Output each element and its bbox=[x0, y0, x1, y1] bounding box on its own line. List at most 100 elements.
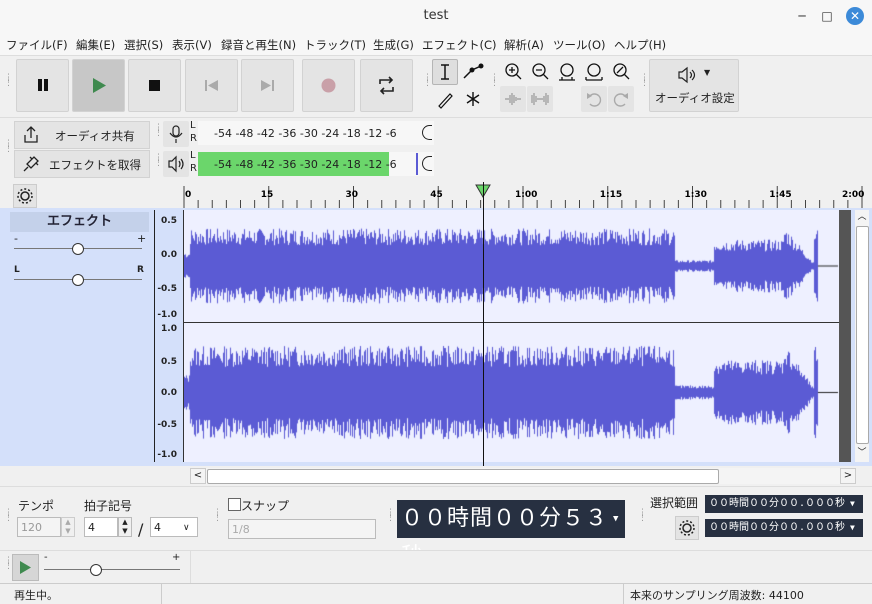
envelope-icon bbox=[463, 63, 484, 79]
menu-view[interactable]: 表示(V) bbox=[172, 37, 212, 53]
time-format-dropdown-icon[interactable]: ▼ bbox=[613, 500, 619, 538]
time-sig-label: 拍子記号 bbox=[84, 499, 133, 513]
menu-file[interactable]: ファイル(F) bbox=[6, 37, 68, 53]
track-control-panel[interactable]: エフェクト - + L R bbox=[4, 210, 155, 462]
redo-button[interactable] bbox=[608, 86, 634, 112]
waveform-channel-left[interactable] bbox=[184, 210, 839, 322]
tempo-input[interactable]: 120 bbox=[17, 517, 61, 537]
share-grip[interactable]: ⋮ ⋮ bbox=[4, 140, 13, 154]
skip-to-end-button[interactable] bbox=[241, 59, 294, 112]
time-display[interactable]: ００時間００分５３秒 ▼ bbox=[397, 500, 625, 569]
undo-button[interactable] bbox=[581, 86, 607, 112]
play-meter-grip[interactable]: ⋮ ⋮ bbox=[154, 154, 163, 168]
numerator-spinner-icon[interactable]: ▲ ▼ bbox=[118, 517, 132, 537]
vertical-scroll-thumb[interactable] bbox=[856, 226, 869, 444]
record-button[interactable] bbox=[302, 59, 355, 112]
trim-button[interactable] bbox=[500, 86, 526, 112]
timeline-settings-button[interactable] bbox=[13, 184, 37, 208]
menu-effect[interactable]: エフェクト(C) bbox=[422, 37, 497, 53]
dropdown-arrow-icon[interactable]: ▼ bbox=[850, 495, 855, 513]
fit-project-button[interactable] bbox=[581, 59, 607, 85]
time-sig-denominator[interactable]: 4 ∨ bbox=[150, 517, 198, 537]
speaker-icon bbox=[678, 66, 696, 84]
record-meter-grip[interactable]: ⋮ ⋮ bbox=[154, 124, 163, 138]
timeline-ruler[interactable]: 0 15 30 45 1:00 1:15 1:30 1:45 2:00 bbox=[183, 182, 872, 208]
selection-tool[interactable] bbox=[432, 59, 458, 85]
skip-to-start-button[interactable] bbox=[185, 59, 238, 112]
audio-setup-grip[interactable]: ⋮ ⋮ bbox=[640, 74, 649, 88]
ruler-tick-label: 15 bbox=[261, 190, 274, 200]
track-effects-button[interactable]: エフェクト bbox=[10, 212, 149, 232]
menu-transport[interactable]: 録音と再生(N) bbox=[221, 37, 296, 53]
scroll-left-icon[interactable]: < bbox=[190, 468, 206, 484]
silence-button[interactable] bbox=[527, 86, 553, 112]
dropdown-arrow-icon[interactable]: ▼ bbox=[850, 519, 855, 537]
selection-label: 選択範囲 bbox=[650, 496, 699, 510]
fit-selection-button[interactable] bbox=[554, 59, 580, 85]
selection-grip[interactable]: ⋮ ⋮ bbox=[638, 509, 647, 523]
menu-select[interactable]: 選択(S) bbox=[124, 37, 163, 53]
record-meter[interactable]: -54 -48 -42 -36 -30 -24 -18 -12 -6 bbox=[198, 121, 434, 145]
selection-start-time[interactable]: ００時間００分００.０００秒 ▼ bbox=[705, 495, 863, 513]
scroll-down-icon[interactable]: ﹀ bbox=[855, 446, 869, 460]
playback-meter[interactable]: -54 -48 -42 -36 -30 -24 -18 -12 -6 bbox=[198, 152, 434, 176]
get-effects-button[interactable]: エフェクトを取得 bbox=[14, 150, 150, 178]
skip-end-icon bbox=[261, 80, 274, 91]
selection-start-value: ００時間００分００.０００秒 bbox=[709, 498, 846, 509]
audio-setup-button[interactable]: ▼ オーディオ設定 bbox=[649, 59, 739, 112]
horizontal-scrollbar[interactable]: < > bbox=[190, 468, 856, 484]
menu-edit[interactable]: 編集(E) bbox=[76, 37, 115, 53]
play-meter-l: L bbox=[190, 150, 196, 161]
play-button[interactable] bbox=[72, 59, 125, 112]
record-meter-button[interactable] bbox=[163, 121, 189, 147]
envelope-tool[interactable] bbox=[460, 59, 486, 85]
zoom-out-button[interactable] bbox=[527, 59, 553, 85]
pan-right-label: R bbox=[137, 265, 144, 275]
close-button[interactable]: ✕ bbox=[846, 7, 864, 25]
menu-analyze[interactable]: 解析(A) bbox=[504, 37, 544, 53]
minimize-button[interactable]: ─ bbox=[794, 8, 810, 24]
speed-slider-thumb[interactable] bbox=[89, 564, 102, 576]
menu-tools[interactable]: ツール(O) bbox=[553, 37, 606, 53]
selection-end-time[interactable]: ００時間００分００.０００秒 ▼ bbox=[705, 519, 863, 537]
selection-end-value: ００時間００分００.０００秒 bbox=[709, 522, 846, 533]
pan-slider-thumb[interactable] bbox=[72, 274, 84, 286]
speed-slider-track[interactable] bbox=[44, 569, 180, 570]
speed-grip[interactable]: ⋮ ⋮ bbox=[4, 557, 13, 571]
stop-button[interactable] bbox=[128, 59, 181, 112]
edit-grip[interactable]: ⋮ ⋮ bbox=[490, 74, 499, 88]
toolbar-grip[interactable]: ⋮ ⋮ bbox=[4, 74, 13, 88]
play-at-speed-button[interactable] bbox=[12, 554, 39, 581]
time-sig-numerator[interactable]: 4 bbox=[84, 517, 118, 537]
playback-meter-button[interactable] bbox=[163, 151, 189, 177]
time-grip[interactable]: ⋮ ⋮ bbox=[386, 509, 395, 523]
scroll-up-icon[interactable]: ︿ bbox=[855, 210, 869, 224]
zoom-toggle-button[interactable] bbox=[608, 59, 634, 85]
waveform-channel-right[interactable] bbox=[184, 323, 839, 462]
snap-checkbox[interactable] bbox=[228, 498, 241, 511]
tools-grip[interactable]: ⋮ ⋮ bbox=[423, 74, 432, 88]
horizontal-scroll-thumb[interactable] bbox=[207, 469, 719, 484]
selection-settings-button[interactable] bbox=[675, 516, 699, 540]
menu-tracks[interactable]: トラック(T) bbox=[304, 37, 366, 53]
tempo-spinner-icon[interactable]: ▲ ▼ bbox=[61, 517, 75, 537]
time-sig-grip[interactable]: ⋮ ⋮ bbox=[4, 509, 13, 523]
trim-icon bbox=[505, 93, 521, 105]
snap-grip[interactable]: ⋮ ⋮ bbox=[213, 509, 222, 523]
scroll-right-icon[interactable]: > bbox=[840, 468, 856, 484]
loop-button[interactable] bbox=[360, 59, 413, 112]
playback-meter-scale: -54 -48 -42 -36 -30 -24 -18 -12 -6 bbox=[214, 158, 397, 171]
multi-tool[interactable] bbox=[460, 86, 486, 112]
draw-tool[interactable] bbox=[432, 86, 458, 112]
share-audio-button[interactable]: オーディオ共有 bbox=[14, 121, 150, 149]
ch1-tick-0: 0.5 bbox=[161, 216, 177, 226]
gain-slider-thumb[interactable] bbox=[72, 243, 84, 255]
snap-select[interactable]: 1/8 bbox=[228, 519, 376, 539]
menu-generate[interactable]: 生成(G) bbox=[373, 37, 414, 53]
maximize-button[interactable]: □ bbox=[819, 8, 835, 24]
zoom-in-button[interactable] bbox=[500, 59, 526, 85]
meter-knob-icon bbox=[422, 125, 432, 140]
pause-button[interactable] bbox=[16, 59, 69, 112]
vertical-scrollbar[interactable]: ︿ ﹀ bbox=[855, 210, 869, 462]
menu-help[interactable]: ヘルプ(H) bbox=[614, 37, 666, 53]
